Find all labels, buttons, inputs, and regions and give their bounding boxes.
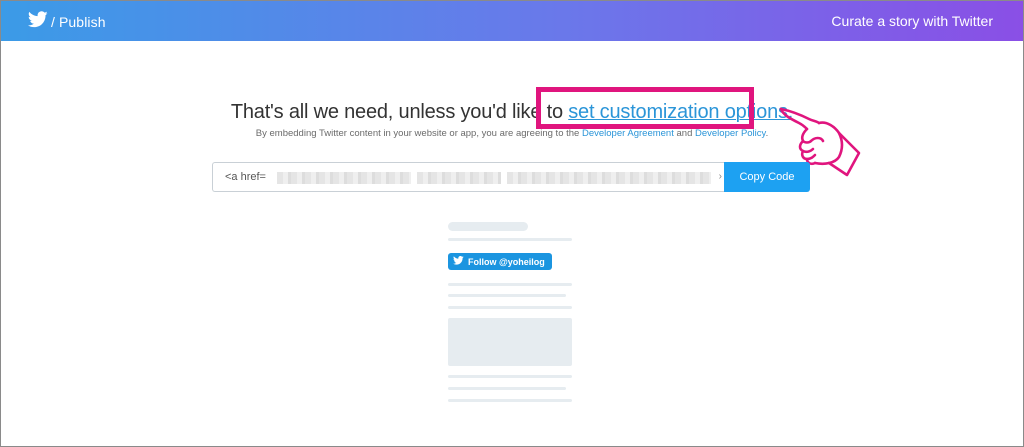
twitter-bird-icon bbox=[27, 11, 48, 33]
preview-placeholder bbox=[448, 238, 572, 241]
blurred-code-segment bbox=[277, 172, 411, 184]
highlight-box bbox=[536, 87, 754, 129]
agreement-and-text: and bbox=[673, 128, 695, 139]
embed-code-row: <a href= › Copy Code bbox=[212, 162, 810, 192]
follow-button-label: Follow @yoheilog bbox=[468, 256, 545, 267]
page-headline: That's all we need, unless you'd like to… bbox=[1, 101, 1023, 124]
developer-agreement-link[interactable]: Developer Agreement bbox=[582, 128, 674, 139]
copy-code-button[interactable]: Copy Code bbox=[724, 162, 810, 192]
preview-image-placeholder bbox=[448, 318, 572, 366]
brand[interactable]: / Publish bbox=[27, 11, 106, 33]
agreement-notice: By embedding Twitter content in your web… bbox=[1, 128, 1023, 139]
preview-placeholder bbox=[448, 306, 572, 309]
code-overflow-indicator: › bbox=[718, 171, 722, 182]
follow-button[interactable]: Follow @yoheilog bbox=[448, 253, 552, 270]
blurred-code-segment bbox=[417, 172, 501, 184]
developer-policy-link[interactable]: Developer Policy bbox=[695, 128, 766, 139]
blurred-code-segment bbox=[507, 172, 711, 184]
top-header: / Publish Curate a story with Twitter bbox=[1, 1, 1023, 41]
brand-label: / Publish bbox=[51, 14, 106, 30]
agreement-end-text: . bbox=[765, 128, 769, 139]
preview-placeholder bbox=[448, 375, 572, 378]
embed-code-field[interactable]: <a href= › bbox=[212, 162, 724, 192]
preview-placeholder bbox=[448, 283, 572, 286]
preview-placeholder bbox=[448, 387, 566, 390]
headline-text: That's all we need, unless you'd like to bbox=[230, 101, 569, 123]
preview-placeholder bbox=[448, 222, 528, 231]
curate-story-link[interactable]: Curate a story with Twitter bbox=[831, 13, 993, 29]
twitter-bird-icon bbox=[453, 256, 464, 267]
page-frame: / Publish Curate a story with Twitter Th… bbox=[0, 0, 1024, 447]
preview-placeholder bbox=[448, 294, 566, 297]
preview-placeholder bbox=[448, 399, 572, 402]
agreement-text: By embedding Twitter content in your web… bbox=[255, 128, 582, 139]
embed-code-text: <a href= bbox=[225, 171, 266, 183]
